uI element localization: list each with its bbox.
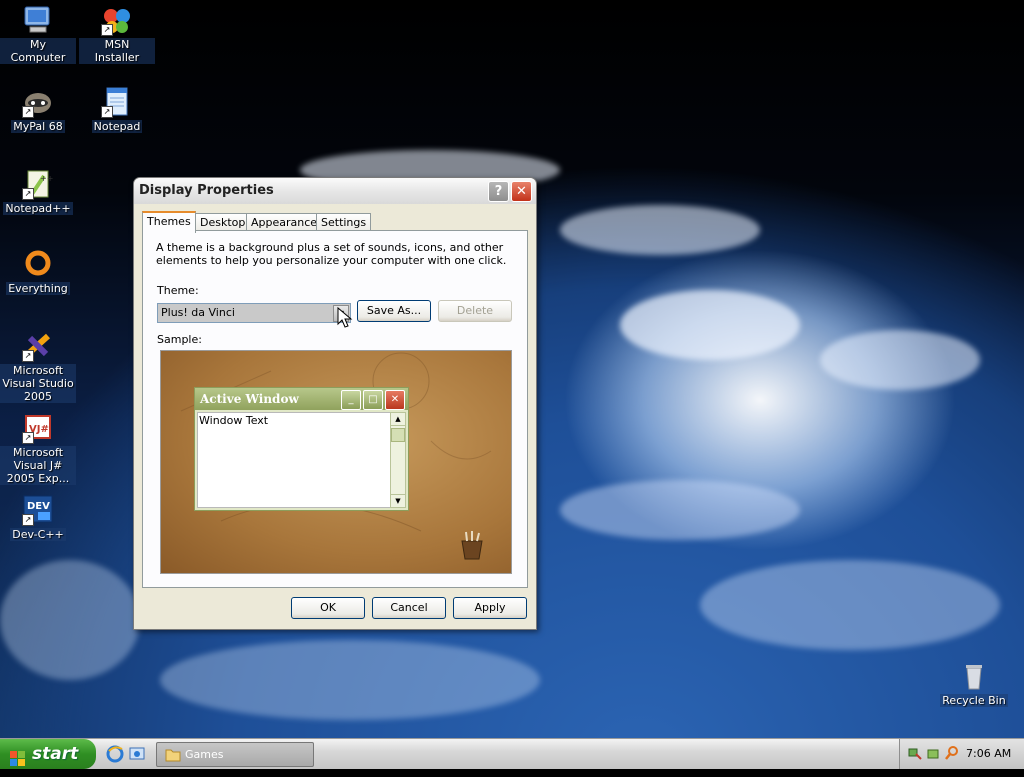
windows-logo-icon: [10, 747, 25, 766]
theme-description: A theme is a background plus a set of so…: [156, 241, 507, 267]
desktop-icon-mypal[interactable]: ↗ MyPal 68: [0, 86, 76, 133]
visual-studio-icon: ↗: [22, 330, 54, 362]
sample-window-titlebar: Active Window _ □ ✕: [195, 388, 408, 410]
cancel-button[interactable]: Cancel: [372, 597, 446, 619]
dev-cpp-icon: DEV ↗: [22, 494, 54, 526]
tab-themes[interactable]: Themes: [142, 211, 196, 233]
close-icon: ✕: [385, 390, 405, 410]
close-button[interactable]: ✕: [511, 181, 532, 202]
help-button[interactable]: ?: [488, 181, 509, 202]
theme-sample-preview: Active Window _ □ ✕ Window Text ▲ ▼: [160, 350, 512, 574]
network-icon[interactable]: [908, 746, 922, 763]
apply-button[interactable]: Apply: [453, 597, 527, 619]
sample-window-body: Window Text: [197, 412, 394, 508]
everything-search-icon: [22, 248, 54, 280]
scroll-thumb: [391, 428, 405, 442]
tab-settings[interactable]: Settings: [316, 213, 372, 231]
desktop-icon-notepad[interactable]: ↗ Notepad: [79, 86, 155, 133]
desktop-icon-msn-installer[interactable]: ↗ MSN Installer: [79, 4, 155, 64]
svg-text:++: ++: [40, 174, 53, 183]
quicklaunch-ie-icon[interactable]: [106, 745, 124, 766]
theme-dropdown[interactable]: Plus! da Vinci ▼: [157, 303, 351, 323]
scroll-down-icon: ▼: [391, 494, 405, 507]
sample-scrollbar: ▲ ▼: [390, 412, 406, 508]
sample-label: Sample:: [157, 333, 202, 346]
safely-remove-icon[interactable]: [926, 746, 940, 763]
ok-button[interactable]: OK: [291, 597, 365, 619]
desktop-icon-recycle-bin[interactable]: Recycle Bin: [936, 660, 1012, 707]
clock[interactable]: 7:06 AM: [966, 747, 1011, 760]
search-icon[interactable]: [944, 745, 960, 764]
taskbar-item-games[interactable]: Games: [156, 742, 314, 767]
svg-text:DEV: DEV: [27, 501, 50, 512]
taskbar: start Games 7:06 AM: [0, 738, 1024, 769]
visual-jsharp-icon: VJ# ↗: [22, 412, 54, 444]
system-tray: 7:06 AM: [899, 739, 1024, 769]
mypal-raccoon-icon: ↗: [22, 86, 54, 118]
taskbar-item-label: Games: [185, 748, 224, 761]
desktop-icon-notepad-plus-plus[interactable]: ++ ↗ Notepad++: [0, 168, 76, 215]
start-label: start: [32, 744, 79, 764]
minimize-icon: _: [341, 390, 361, 410]
notepad-icon: ↗: [101, 86, 133, 118]
my-computer-icon: [22, 4, 54, 36]
recycle-bin-icon: [958, 660, 990, 692]
mouse-cursor-icon: [337, 306, 353, 328]
folder-icon: [165, 747, 181, 770]
tab-appearance[interactable]: Appearance: [246, 213, 323, 231]
save-as-button[interactable]: Save As...: [357, 300, 431, 322]
tab-desktop[interactable]: Desktop: [195, 213, 251, 231]
delete-button: Delete: [438, 300, 512, 322]
theme-label: Theme:: [157, 284, 199, 297]
recycle-bin-sample-icon: [461, 531, 483, 560]
desktop-icon-visual-jsharp[interactable]: VJ# ↗ Microsoft Visual J# 2005 Exp...: [0, 412, 76, 485]
theme-dropdown-value: Plus! da Vinci: [161, 306, 235, 319]
start-button[interactable]: start: [0, 739, 96, 769]
dialog-titlebar[interactable]: Display Properties ? ✕: [134, 178, 536, 204]
quicklaunch-show-desktop-icon[interactable]: [128, 745, 146, 766]
desktop-icon-everything[interactable]: Everything: [0, 248, 76, 295]
desktop-icon-my-computer[interactable]: My Computer: [0, 4, 76, 64]
scroll-up-icon: ▲: [391, 413, 405, 426]
sample-window-title: Active Window: [200, 392, 299, 406]
maximize-icon: □: [363, 390, 383, 410]
themes-panel: A theme is a background plus a set of so…: [142, 230, 528, 588]
desktop-icon-dev-cpp[interactable]: DEV ↗ Dev-C++: [0, 494, 76, 541]
desktop-icon-visual-studio[interactable]: ↗ Microsoft Visual Studio 2005: [0, 330, 76, 403]
sample-active-window: Active Window _ □ ✕ Window Text ▲ ▼: [194, 387, 409, 511]
display-properties-dialog: Display Properties ? ✕ Themes Desktop Ap…: [133, 177, 537, 630]
sample-window-text: Window Text: [199, 414, 269, 427]
notepad-plus-plus-icon: ++ ↗: [22, 168, 54, 200]
msn-butterfly-icon: ↗: [101, 4, 133, 36]
dialog-title: Display Properties: [139, 183, 274, 198]
